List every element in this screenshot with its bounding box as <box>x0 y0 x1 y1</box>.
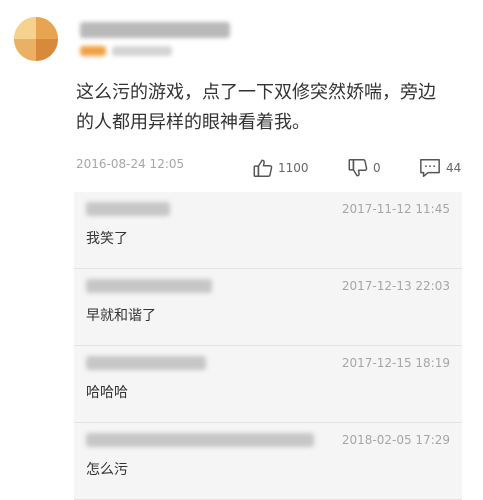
author-name-blurred[interactable] <box>80 22 230 38</box>
avatar-block <box>14 39 36 61</box>
reply-item[interactable]: 2017-12-13 22:03 早就和谐了 <box>74 269 462 346</box>
reply-author-blurred[interactable] <box>86 202 170 216</box>
reply-timestamp: 2017-11-12 11:45 <box>341 202 450 216</box>
reply-text: 哈哈哈 <box>86 385 128 401</box>
reply-item[interactable]: 2017-11-12 11:45 我笑了 <box>74 192 462 269</box>
reply-timestamp: 2017-12-15 18:19 <box>341 356 450 370</box>
comment-count: 44 <box>446 161 462 175</box>
like-count: 1100 <box>278 161 309 175</box>
reply-text: 怎么污 <box>86 462 128 478</box>
post-timestamp: 2016-08-24 12:05 <box>76 157 185 171</box>
dislike-button[interactable]: 0 <box>347 157 381 179</box>
reply-author-blurred[interactable] <box>86 356 206 370</box>
post-text-line: 的人都用异样的眼神看着我。 <box>76 112 310 133</box>
like-button[interactable]: 1100 <box>252 157 309 179</box>
author-meta-blurred <box>112 46 172 56</box>
reply-item[interactable]: 2018-02-05 17:29 怎么污 <box>74 423 462 500</box>
dislike-count: 0 <box>373 161 381 175</box>
thumbs-up-icon <box>253 159 273 177</box>
reply-list: 2017-11-12 11:45 我笑了 2017-12-13 22:03 早就… <box>74 192 462 500</box>
reply-author-blurred[interactable] <box>86 433 314 447</box>
post-text-line: 这么污的游戏，点了一下双修突然娇喘，旁边 <box>76 82 436 103</box>
reply-item[interactable]: 2017-12-15 18:19 哈哈哈 <box>74 346 462 423</box>
avatar-block <box>14 17 36 39</box>
reply-author-blurred[interactable] <box>86 279 212 293</box>
post-content: 这么污的游戏，点了一下双修突然娇喘，旁边 的人都用异样的眼神看着我。 <box>76 78 476 138</box>
comment-button[interactable]: 44 <box>418 157 461 179</box>
reply-text: 早就和谐了 <box>86 308 156 324</box>
thumbs-down-icon <box>348 159 368 177</box>
author-level-blurred <box>80 46 106 56</box>
reply-timestamp: 2018-02-05 17:29 <box>341 433 450 447</box>
reply-timestamp: 2017-12-13 22:03 <box>341 279 450 293</box>
avatar[interactable] <box>14 17 58 61</box>
avatar-block <box>36 17 58 39</box>
reply-text: 我笑了 <box>86 231 128 247</box>
avatar-block <box>36 39 58 61</box>
comment-bubble-icon <box>420 159 440 177</box>
